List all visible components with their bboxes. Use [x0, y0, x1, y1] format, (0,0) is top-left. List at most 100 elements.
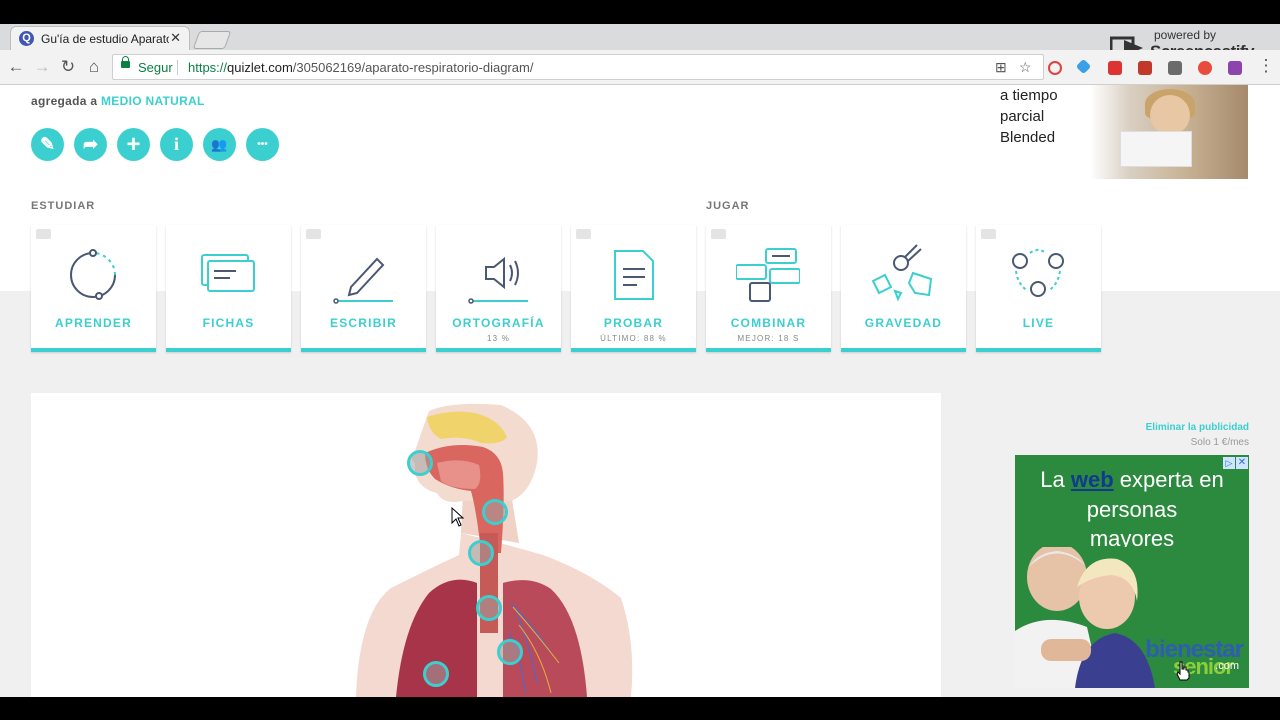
mode-card-gravity[interactable]: GRAVEDAD: [841, 225, 966, 352]
ad-top-line2: parcial: [1000, 108, 1045, 125]
remove-ads-link[interactable]: Eliminar la publicidad: [1100, 422, 1249, 433]
test-document-icon: [614, 250, 654, 300]
add-button[interactable]: +: [117, 128, 150, 161]
info-icon: i: [173, 134, 179, 154]
omnibox-divider: [177, 60, 178, 75]
mode-label: PROBAR: [603, 316, 664, 330]
mode-card-match[interactable]: COMBINAR MEJOR: 18 S: [706, 225, 831, 352]
added-prefix: agregada a: [31, 94, 98, 108]
screencastify-powered-by: powered by: [1154, 28, 1217, 42]
write-pencil-icon: [333, 257, 393, 304]
ad-banner-bienestar[interactable]: ▷ ✕ La web experta en personas mayores b…: [1015, 455, 1249, 688]
people-icon: 👥: [211, 137, 228, 152]
banner-logo-domain: .com: [1215, 660, 1239, 672]
ad-top-line3: Blended: [1000, 129, 1056, 146]
tab-title: Gu'ía de estudio Aparato: [41, 32, 169, 46]
purple-extension-icon[interactable]: [1228, 61, 1242, 75]
circle-extension-icon[interactable]: [1198, 61, 1212, 75]
ad-woman-laptop-image[interactable]: [1090, 85, 1248, 179]
added-to-label: agregada a MEDIO NATURAL: [31, 94, 205, 108]
mode-sub: 13 %: [486, 334, 511, 343]
diagram-hotspot-4[interactable]: [476, 595, 502, 621]
pencil-icon: ✎: [39, 134, 56, 154]
mode-label: APRENDER: [55, 316, 132, 330]
mode-sub: ÚLTIMO: 88 %: [600, 334, 667, 343]
browser-tab-active[interactable]: Q Gu'ía de estudio Aparato ✕: [10, 26, 190, 50]
gray-extension-icon[interactable]: [1168, 61, 1182, 75]
diagram-hotspot-6[interactable]: [423, 661, 449, 687]
url-path: /305062169/aparato-respiratorio-diagram/: [292, 60, 534, 75]
mode-label: GRAVEDAD: [864, 316, 943, 330]
reload-icon[interactable]: ↻: [58, 57, 78, 77]
secure-label: Segur: [138, 60, 173, 75]
mode-card-live[interactable]: LIVE: [976, 225, 1101, 352]
diagram-hotspot-5[interactable]: [497, 639, 523, 665]
record-extension-icon[interactable]: [1048, 61, 1062, 75]
card-mini-icon: [711, 229, 726, 239]
lock-icon: [121, 56, 130, 68]
banner-line1-suffix: experta en: [1119, 467, 1224, 492]
people-button[interactable]: 👥: [203, 128, 236, 161]
url-host: quizlet.com: [227, 60, 293, 75]
ad-photo-laptop: [1120, 131, 1192, 167]
diagram-hotspot-1[interactable]: [407, 450, 433, 476]
screen-top-bar: [0, 0, 1280, 24]
mode-sub: MEJOR: 18 S: [737, 334, 800, 343]
mode-label: COMBINAR: [730, 316, 807, 330]
diagram-panel: [31, 393, 941, 697]
card-mini-icon: [576, 229, 591, 239]
tab-strip: Q Gu'ía de estudio Aparato ✕: [0, 24, 1280, 50]
more-button[interactable]: •••: [246, 128, 279, 161]
mode-card-flashcards[interactable]: FICHAS: [166, 225, 291, 352]
url-scheme: https://: [188, 60, 228, 75]
play-section-label: JUGAR: [706, 200, 750, 212]
translate-icon[interactable]: ⊞: [995, 59, 1007, 76]
home-icon[interactable]: ⌂: [84, 57, 104, 77]
share-icon: ➦: [82, 134, 99, 154]
banner-line1-prefix: La: [1040, 467, 1065, 492]
gravity-asteroid-icon: [871, 244, 933, 302]
remove-ads-price: Solo 1 €/mes: [1190, 437, 1249, 448]
study-section-label: ESTUDIAR: [31, 200, 96, 212]
tab-close-icon[interactable]: ✕: [170, 30, 181, 46]
card-mini-icon: [981, 229, 996, 239]
mode-card-spelling[interactable]: ORTOGRAFÍA 13 %: [436, 225, 561, 352]
address-bar[interactable]: Segur https://quizlet.com/305062169/apar…: [112, 54, 1044, 80]
browser-toolbar: ← → ↻ ⌂ Segur https://quizlet.com/305062…: [0, 50, 1280, 85]
forward-arrow-icon[interactable]: →: [32, 57, 52, 77]
browser-menu-icon[interactable]: ⋮: [1256, 56, 1276, 76]
screen-bottom-bar: [0, 697, 1280, 720]
mode-label: ESCRIBIR: [330, 316, 397, 330]
match-icon: [736, 248, 800, 302]
share-button[interactable]: ➦: [74, 128, 107, 161]
ad-top-line1: a tiempo: [1000, 87, 1058, 104]
calendar-extension-icon[interactable]: [1138, 61, 1152, 75]
quizlet-page: agregada a MEDIO NATURAL ✎ ➦ + i 👥 ••• E…: [0, 85, 1280, 697]
speaker-icon: [468, 256, 528, 304]
back-arrow-icon[interactable]: ←: [6, 57, 26, 77]
banner-line1: La web experta en: [1015, 467, 1249, 493]
diagram-hotspot-2[interactable]: [482, 499, 508, 525]
folder-link[interactable]: MEDIO NATURAL: [101, 94, 205, 108]
flashcards-icon: [201, 254, 255, 292]
live-group-icon: [1012, 249, 1064, 297]
mode-card-learn[interactable]: APRENDER: [31, 225, 156, 352]
info-button[interactable]: i: [160, 128, 193, 161]
banner-web-word: web: [1070, 467, 1114, 492]
url-text[interactable]: https://quizlet.com/305062169/aparato-re…: [188, 60, 533, 75]
learn-icon: [70, 249, 116, 300]
bookmark-star-icon[interactable]: ☆: [1019, 59, 1032, 76]
mode-card-write[interactable]: ESCRIBIR: [301, 225, 426, 352]
quizlet-favicon-icon: Q: [19, 31, 34, 46]
edit-button[interactable]: ✎: [31, 128, 64, 161]
hand-cursor-icon: [1176, 661, 1190, 681]
plus-icon: +: [126, 131, 141, 158]
mode-card-test[interactable]: PROBAR ÚLTIMO: 88 %: [571, 225, 696, 352]
mouse-cursor-icon: [451, 507, 465, 527]
new-tab-button[interactable]: [192, 31, 232, 49]
banner-line2: personas: [1086, 497, 1178, 522]
diamond-extension-icon[interactable]: [1075, 58, 1092, 75]
diagram-hotspot-3[interactable]: [468, 540, 494, 566]
ad-top-text[interactable]: a tiempo parcial Blended: [1000, 85, 1058, 148]
red-extension-icon[interactable]: [1108, 61, 1122, 75]
